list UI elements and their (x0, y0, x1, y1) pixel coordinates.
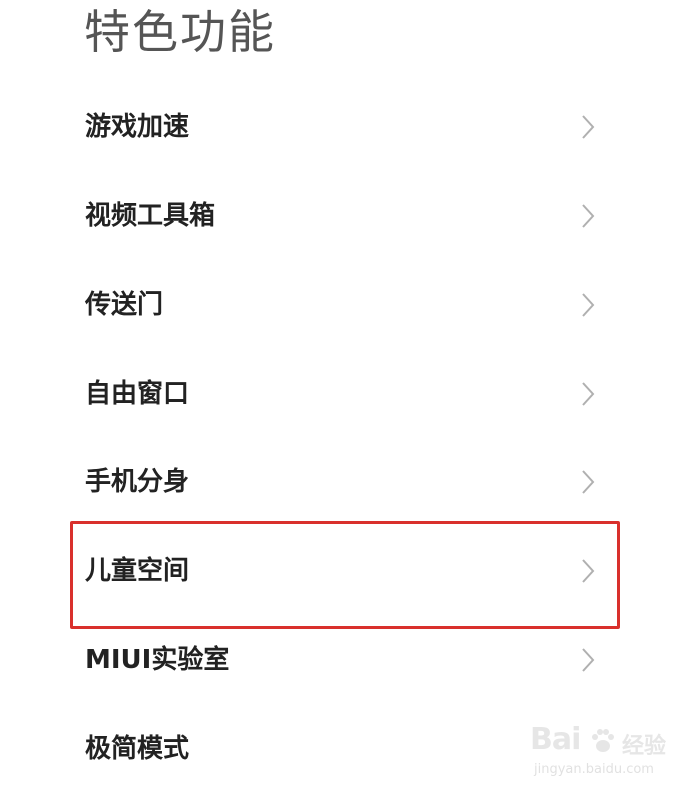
watermark-brand: Bai (530, 722, 581, 757)
chevron-right-icon (582, 114, 595, 139)
settings-item-video-toolbox[interactable]: 视频工具箱 (0, 171, 687, 260)
chevron-right-icon (582, 381, 595, 406)
watermark-url: jingyan.baidu.com (534, 762, 654, 777)
settings-item-free-window[interactable]: 自由窗口 (0, 349, 687, 438)
chevron-right-icon (582, 203, 595, 228)
settings-item-second-space[interactable]: 手机分身 (0, 437, 687, 526)
item-label: 传送门 (85, 289, 164, 320)
settings-item-game-acceleration[interactable]: 游戏加速 (0, 82, 687, 171)
chevron-right-icon (582, 469, 595, 494)
item-label: MIUI实验室 (85, 644, 230, 675)
item-label: 视频工具箱 (85, 200, 216, 231)
item-label: 手机分身 (85, 466, 190, 497)
watermark-logo: Bai 经验 jingyan.baidu.com (530, 722, 680, 784)
watermark-jingyan: 经验 (622, 734, 667, 759)
settings-screen: 特色功能 游戏加速 视频工具箱 传送门 自由窗口 手机分身 儿童空间 MIUI实… (0, 0, 687, 797)
chevron-right-icon (582, 647, 595, 672)
item-label: 自由窗口 (85, 378, 190, 409)
paw-icon (592, 729, 614, 752)
chevron-right-icon (582, 292, 595, 317)
highlight-box (70, 521, 620, 629)
settings-item-portal[interactable]: 传送门 (0, 260, 687, 349)
item-label: 极简模式 (85, 733, 190, 764)
item-label: 游戏加速 (85, 111, 190, 142)
page-title: 特色功能 (84, 5, 276, 59)
